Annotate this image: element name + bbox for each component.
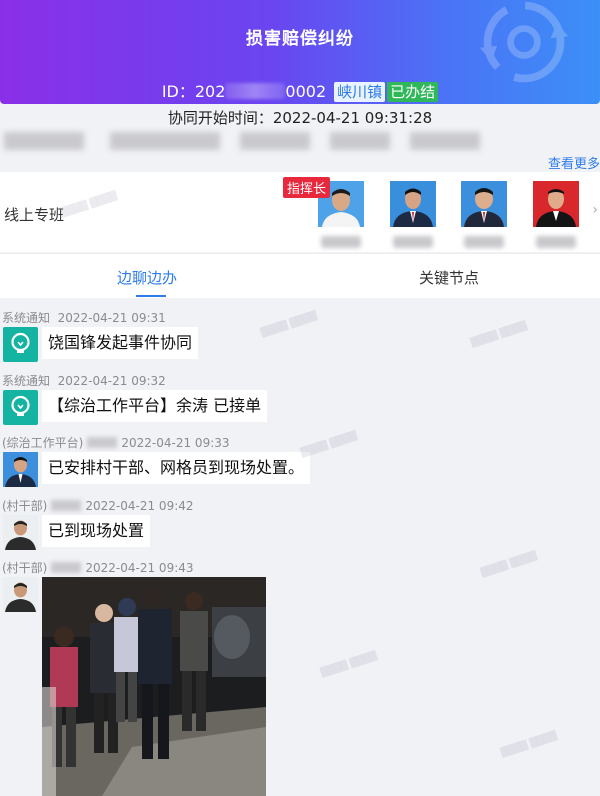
message-bubble: 【综治工作平台】余涛 已接单 <box>42 390 268 422</box>
message-time: 2022-04-21 09:32 <box>57 374 166 388</box>
avatar <box>390 181 436 227</box>
case-id-line: ID：202 0002 峡川镇 已办结 <box>0 78 600 102</box>
redacted-name <box>51 562 82 573</box>
message-time: 2022-04-21 09:43 <box>85 561 194 575</box>
tab-key-nodes[interactable]: 关键节点 <box>419 267 479 288</box>
team-member[interactable] <box>390 181 436 248</box>
online-team-label: 线上专班 <box>4 206 65 224</box>
see-more-link[interactable]: 查看更多 <box>548 153 600 172</box>
redacted-address <box>110 132 220 150</box>
redacted-name <box>393 236 433 248</box>
case-id-prefix: ID：202 <box>161 82 226 101</box>
town-badge: 峡川镇 <box>334 82 386 102</box>
tab-bar: 边聊边办 关键节点 <box>0 253 600 298</box>
system-notice-icon <box>3 390 38 425</box>
message-sender: (综治工作平台) <box>2 436 84 450</box>
active-tab-indicator <box>136 295 166 297</box>
message-bubble: 已到现场处置 <box>42 515 151 547</box>
avatar[interactable] <box>3 577 38 612</box>
watermark: ████ ████ <box>479 551 539 579</box>
redacted-name <box>321 236 361 248</box>
scene-photo <box>42 577 266 796</box>
message-sender: (村干部) <box>2 561 48 575</box>
message-time: 2022-04-21 09:33 <box>121 436 230 450</box>
tab-chat[interactable]: 边聊边办 <box>117 267 177 288</box>
start-time: 协同开始时间：2022-04-21 09:31:28 <box>167 109 433 127</box>
case-id-suffix: 0002 <box>285 82 327 101</box>
chief-tag: 指挥长 <box>283 177 331 198</box>
redacted-address <box>240 132 310 150</box>
redacted-address <box>410 132 480 150</box>
message-meta: 系统通知 2022-04-21 09:32 <box>2 372 166 389</box>
redacted-address <box>330 132 390 150</box>
message-meta: (村干部) 2022-04-21 09:42 <box>2 497 194 514</box>
avatar[interactable] <box>3 452 38 487</box>
message-meta: (综治工作平台) 2022-04-21 09:33 <box>2 434 230 451</box>
redacted-name <box>464 236 504 248</box>
message-sender: 系统通知 <box>2 374 51 388</box>
message-meta: (村干部) 2022-04-21 09:43 <box>2 559 194 576</box>
watermark: ████ ████ <box>259 311 319 339</box>
message-sender: (村干部) <box>2 499 48 513</box>
watermark: ████ ████ <box>499 731 559 759</box>
message-sender: 系统通知 <box>2 311 51 325</box>
message-bubble: 已安排村干部、网格员到现场处置。 <box>42 452 311 484</box>
message-bubble: 饶国锋发起事件协同 <box>42 327 199 359</box>
watermark: ████ ████ <box>469 321 529 349</box>
system-notice-icon <box>3 327 38 362</box>
status-badge: 已办结 <box>387 82 439 102</box>
photo-message[interactable] <box>42 577 266 796</box>
redacted-name <box>51 500 82 511</box>
case-title: 损害赔偿纠纷 <box>246 29 354 49</box>
avatar <box>461 181 507 227</box>
team-member[interactable] <box>461 181 507 248</box>
message-meta: 系统通知 2022-04-21 09:31 <box>2 309 166 326</box>
redacted-name <box>536 236 576 248</box>
watermark: ████ ████ <box>319 651 379 679</box>
avatar[interactable] <box>3 515 38 550</box>
team-member[interactable] <box>533 181 579 248</box>
message-time: 2022-04-21 09:31 <box>57 311 166 325</box>
message-time: 2022-04-21 09:42 <box>85 499 194 513</box>
online-team-panel: 线上专班 指挥长 › <box>0 172 600 252</box>
chevron-right-icon[interactable]: › <box>592 202 598 218</box>
case-id-redacted <box>225 83 286 99</box>
redacted-address <box>4 132 84 150</box>
case-header: 损害赔偿纠纷 ID：202 0002 峡川镇 已办结 <box>0 0 600 104</box>
avatar <box>533 181 579 227</box>
redacted-name <box>87 437 118 448</box>
